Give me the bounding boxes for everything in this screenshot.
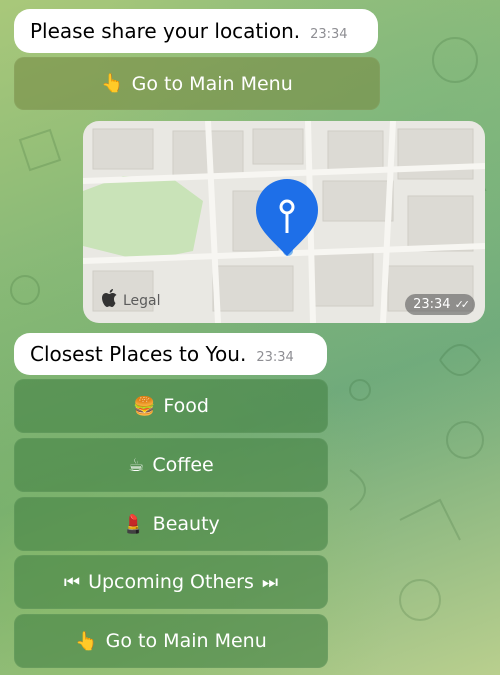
message-time: 23:34	[310, 27, 348, 42]
pointing-hand-icon: 👆	[75, 630, 98, 652]
main-menu-button[interactable]: 👆 Go to Main Menu	[14, 614, 328, 668]
coffee-cup-icon: ☕	[128, 454, 145, 476]
previous-track-icon: ⏮	[63, 571, 81, 593]
map-legal-link[interactable]: Legal	[123, 293, 161, 309]
coffee-button[interactable]: ☕ Coffee	[14, 438, 328, 492]
location-pin-icon	[256, 179, 318, 256]
button-label: Food	[163, 395, 209, 417]
pointing-hand-icon: 👆	[101, 73, 124, 94]
next-track-icon: ⏭	[261, 571, 279, 593]
button-label: Beauty	[152, 513, 220, 535]
apple-logo-icon	[102, 289, 117, 307]
button-label: Go to Main Menu	[105, 630, 267, 652]
closest-places-message: Closest Places to You. 23:34	[14, 333, 327, 375]
burger-icon: 🍔	[133, 395, 156, 417]
button-label: Coffee	[152, 454, 214, 476]
map-time-text: 23:34	[413, 297, 451, 312]
upcoming-others-button[interactable]: ⏮ Upcoming Others ⏭	[14, 555, 328, 609]
food-button[interactable]: 🍔 Food	[14, 379, 328, 433]
map-timestamp: 23:34 ✓✓	[405, 294, 475, 315]
message-text: Please share your location.	[30, 19, 301, 43]
button-label: Upcoming Others	[88, 571, 254, 593]
message-text: Closest Places to You.	[30, 342, 247, 366]
beauty-button[interactable]: 💄 Beauty	[14, 497, 328, 551]
lipstick-icon: 💄	[122, 513, 145, 535]
message-time: 23:34	[256, 350, 294, 365]
main-menu-button-top[interactable]: 👆 Go to Main Menu	[14, 57, 380, 110]
location-map[interactable]: Legal 23:34 ✓✓	[83, 121, 485, 323]
double-check-icon: ✓✓	[454, 298, 471, 311]
location-request-message: Please share your location. 23:34	[14, 9, 378, 53]
button-label: Go to Main Menu	[131, 72, 293, 95]
